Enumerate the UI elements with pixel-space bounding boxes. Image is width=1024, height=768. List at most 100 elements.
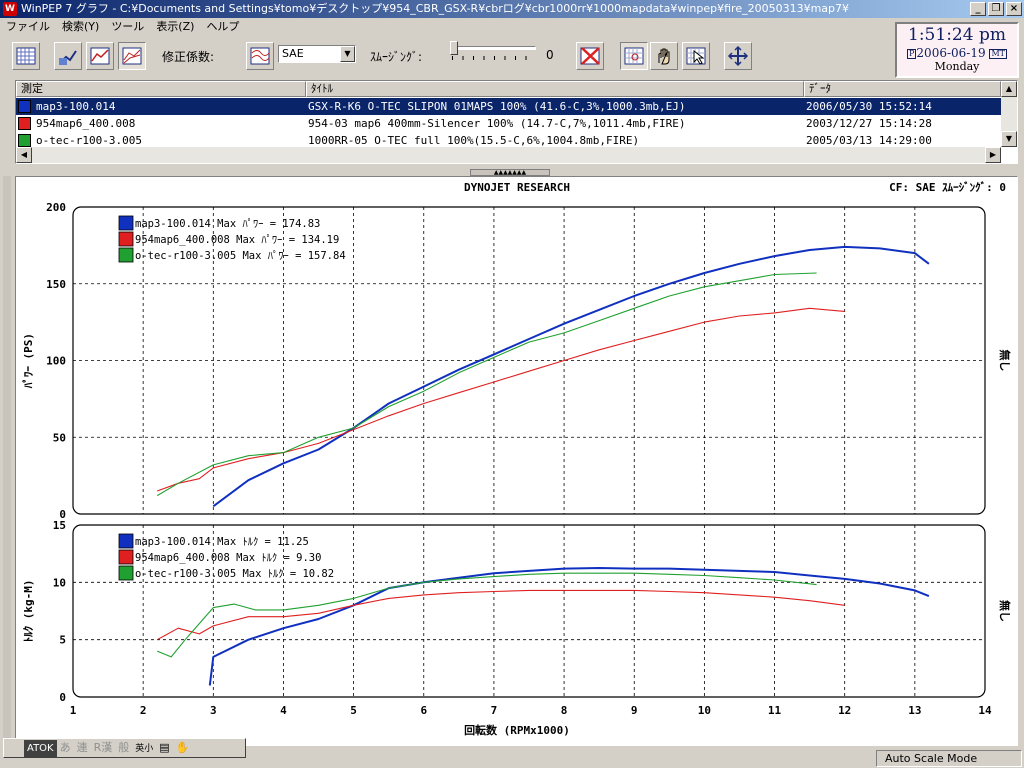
x-tick-label: 10 [698, 704, 711, 717]
runs-vscrollbar[interactable]: ▲ ▼ [1001, 81, 1017, 147]
legend-entry: map3-100.014 Max ﾊﾟﾜｰ = 174.83 [135, 218, 320, 230]
col-header-title[interactable]: ﾀｲﾄﾙ [306, 81, 804, 97]
run-name: map3-100.014 [36, 100, 116, 113]
left-grip[interactable] [3, 176, 11, 746]
legend-entry: o-tec-r100-3.005 Max ﾄﾙｸ = 10.82 [135, 568, 334, 580]
line-chart-icon[interactable] [86, 42, 114, 70]
y-tick-label: 15 [53, 519, 66, 532]
ime-item[interactable]: 般 [115, 739, 132, 757]
y-tick-label: 5 [59, 634, 66, 647]
ime-item[interactable]: 英小 [132, 740, 156, 758]
correction-label: 修正係数: [162, 50, 215, 64]
scroll-left-icon[interactable]: ◀ [16, 147, 32, 163]
clock-date: 2006-06-19 [916, 46, 986, 60]
smoothing-label: ｽﾑｰｼﾞﾝｸﾞ: [370, 50, 423, 64]
grid-view-icon[interactable] [12, 42, 40, 70]
y-axis-label: ﾄﾙｸ (kg-M) [22, 580, 35, 643]
y-tick-label: 10 [53, 576, 66, 589]
scroll-down-icon[interactable]: ▼ [1001, 131, 1017, 147]
y-tick-label: 0 [59, 691, 66, 704]
smoothing-slider[interactable] [452, 46, 536, 50]
restore-button[interactable]: ❐ [988, 2, 1004, 16]
correction-value: SAE [282, 47, 304, 60]
delete-run-icon[interactable] [576, 42, 604, 70]
menu-file[interactable]: ファイル [0, 18, 56, 36]
run-row[interactable]: 954map6_400.008 954-03 map6 400mm-Silenc… [16, 115, 1001, 132]
legend-entry: map3-100.014 Max ﾄﾙｸ = 11.25 [135, 536, 309, 548]
menu-search[interactable]: 検索(Y) [56, 18, 105, 36]
menu-help[interactable]: ヘルプ [200, 18, 245, 36]
status-mode: Auto Scale Mode [876, 750, 1022, 767]
x-tick-label: 4 [280, 704, 287, 717]
ime-item[interactable]: 連 [74, 739, 91, 757]
close-button[interactable]: × [1006, 2, 1022, 16]
menu-tools[interactable]: ツール [105, 18, 150, 36]
x-tick-label: 6 [420, 704, 427, 717]
x-tick-label: 3 [210, 704, 217, 717]
crosshair-icon[interactable] [724, 42, 752, 70]
x-tick-label: 11 [768, 704, 782, 717]
legend-swatch [118, 549, 134, 565]
cursor-select-icon[interactable] [682, 42, 710, 70]
y-axis-label: ﾊﾟﾜｰ (PS) [21, 333, 35, 389]
x-tick-label: 1 [70, 704, 77, 717]
overlay-chart-icon[interactable] [118, 42, 146, 70]
x-tick-label: 13 [908, 704, 921, 717]
minimize-button[interactable]: _ [970, 2, 986, 16]
run-color-swatch [18, 117, 31, 130]
x-tick-label: 12 [838, 704, 851, 717]
run-date: 2006/05/30 15:52:14 [806, 100, 932, 113]
x-tick-label: 8 [561, 704, 568, 717]
chevron-down-icon[interactable]: ▼ [340, 46, 355, 62]
y-tick-label: 50 [53, 431, 66, 444]
smoothing-value: 0 [546, 48, 554, 62]
zoom-select-icon[interactable] [620, 42, 648, 70]
right-axis-label: 無し [998, 600, 1012, 622]
scroll-right-icon[interactable]: ▶ [985, 147, 1001, 163]
runs-header: 測定 ﾀｲﾄﾙ ﾃﾞｰﾀ [16, 81, 1001, 97]
ime-menu-icon[interactable]: ▤ [156, 739, 172, 757]
panel-splitter[interactable]: ▲▲▲▲▲▲▲ [470, 169, 550, 176]
chart-header-right: CF: SAE ｽﾑｰｼﾞﾝｸﾞ: 0 [889, 180, 1006, 194]
run-title: GSX-R-K6 O-TEC SLIPON 01MAPS 100% (41.6-… [308, 100, 686, 113]
ime-item[interactable]: あ [57, 739, 74, 757]
right-axis-label: 無し [998, 350, 1012, 372]
ime-item[interactable]: R漢 [91, 739, 116, 757]
run-name: 954map6_400.008 [36, 117, 136, 130]
window-title: WinPEP 7 グラフ - C:¥Documents and Settings… [21, 2, 850, 15]
clock-badge-left: P [907, 48, 917, 59]
legend-entry: 954map6_400.008 Max ﾄﾙｸ = 9.30 [135, 552, 321, 564]
run-row[interactable]: map3-100.014 GSX-R-K6 O-TEC SLIPON 01MAP… [16, 98, 1001, 115]
x-tick-label: 14 [978, 704, 992, 717]
runs-hscrollbar[interactable]: ◀ ▶ [16, 147, 1001, 163]
legend-entry: 954map6_400.008 Max ﾊﾟﾜｰ = 134.19 [135, 234, 339, 246]
run-date: 2003/12/27 15:14:28 [806, 117, 932, 130]
menu-view[interactable]: 表示(Z) [150, 18, 200, 36]
legend-swatch [118, 247, 134, 263]
x-tick-label: 7 [491, 704, 498, 717]
runs-list: 測定 ﾀｲﾄﾙ ﾃﾞｰﾀ map3-100.014 GSX-R-K6 O-TEC… [15, 80, 1018, 164]
legend-entry: o-tec-r100-3.005 Max ﾊﾟﾜｰ = 157.84 [135, 250, 346, 262]
x-tick-label: 9 [631, 704, 638, 717]
col-header-run[interactable]: 測定 [16, 81, 306, 97]
x-axis-label: 回転数 (RPMx1000) [464, 723, 570, 737]
dyno-chart[interactable]: DYNOJET RESEARCH CF: SAE ｽﾑｰｼﾞﾝｸﾞ: 0 0 50 10… [16, 177, 1017, 745]
legend-swatch [118, 231, 134, 247]
slider-ticks [452, 56, 536, 60]
correction-curve-icon[interactable] [246, 42, 274, 70]
hand-pan-icon[interactable] [650, 42, 678, 70]
run-color-swatch [18, 134, 31, 147]
scroll-up-icon[interactable]: ▲ [1001, 81, 1017, 97]
chart-title: DYNOJET RESEARCH [464, 181, 570, 194]
toolbar: 修正係数: ｽﾑｰｼﾞﾝｸﾞ: 0 [0, 38, 893, 76]
col-header-date[interactable]: ﾃﾞｰﾀ [804, 81, 1001, 97]
ime-atok[interactable]: ATOK [24, 740, 57, 758]
3d-chart-icon[interactable] [54, 42, 82, 70]
correction-select[interactable]: SAE ▼ [278, 45, 356, 63]
legend-swatch [118, 533, 134, 549]
menu-bar: ファイル 検索(Y) ツール 表示(Z) ヘルプ [0, 18, 245, 36]
run-color-swatch [18, 100, 31, 113]
clock-badge-right: MT [989, 48, 1007, 59]
ime-hand-icon[interactable]: ✋ [173, 739, 193, 757]
smoothing-slider-thumb[interactable] [450, 41, 458, 55]
